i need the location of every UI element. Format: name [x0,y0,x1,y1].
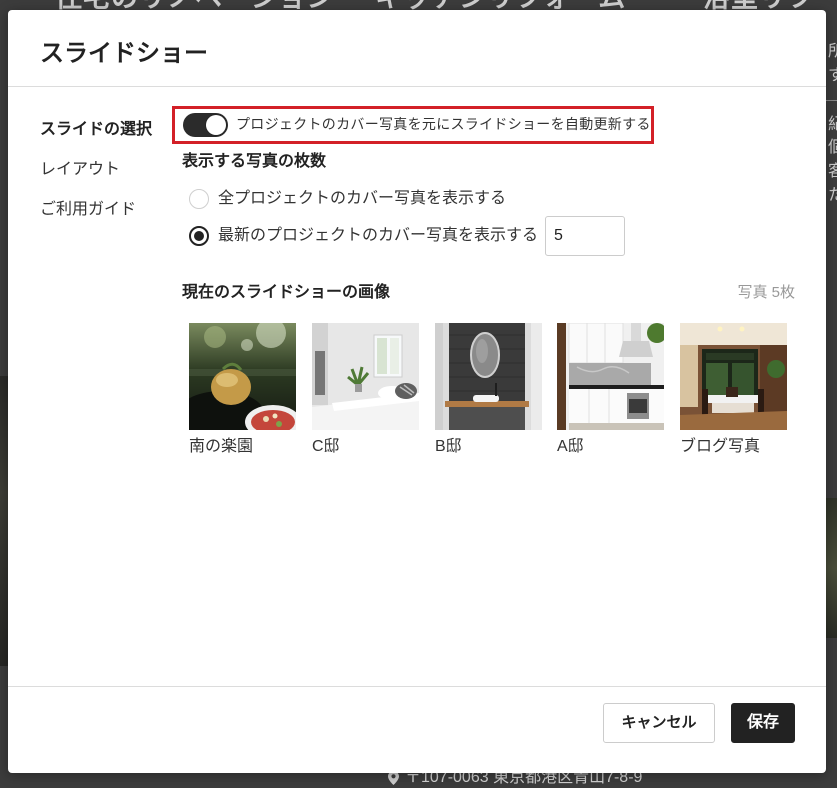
thumbnail-label: 南の楽園 [189,438,254,455]
background-photo [0,376,8,666]
thumbnail-label: C邸 [312,438,340,455]
background-text-fragment: す [828,67,837,84]
header-divider [8,86,826,87]
slideshow-thumbnail: ブログ写真 [680,323,787,459]
background-text-fragment: た [828,187,837,204]
thumbnail-image [680,323,787,430]
slideshow-thumbnail: 南の楽園 [189,323,296,459]
background-text-fragment: 所 [828,43,837,60]
photo-count-input[interactable] [545,216,625,256]
current-images-heading: 現在のスライドショーの画像 [182,284,391,301]
cancel-button[interactable]: キャンセル [603,703,715,743]
radio-dot [194,231,204,241]
sidebar-item-layout[interactable]: レイアウト [40,158,120,182]
photo-count-heading: 表示する写真の枚数 [182,153,327,170]
auto-update-toggle[interactable] [183,113,228,137]
auto-update-label: プロジェクトのカバー写真を元にスライドショーを自動更新する [236,116,651,132]
thumbnail-label: A邸 [557,438,584,455]
radio-button[interactable] [189,226,209,246]
thumbnail-image [435,323,542,430]
background-text-fragment: 客 [828,163,837,180]
radio-label: 全プロジェクトのカバー写真を表示する [218,190,507,207]
map-pin-icon [388,771,399,785]
slideshow-thumbnail: C邸 [312,323,419,459]
background-photo [826,498,837,638]
sidebar-item-slide-selection[interactable]: スライドの選択 [40,118,152,142]
modal-title: スライドショー [40,40,208,67]
background-divider [826,100,837,101]
toggle-knob [206,115,226,135]
radio-label: 最新のプロジェクトのカバー写真を表示する [218,227,539,244]
slideshow-modal: スライドショー スライドの選択 レイアウト ご利用ガイド プロジェクトのカバー写… [8,10,826,773]
slideshow-thumbnail: A邸 [557,323,664,459]
background-text-fragment: 紀 [828,116,837,133]
footer-divider [8,686,826,687]
thumbnail-image [312,323,419,430]
thumbnail-image [557,323,664,430]
slideshow-thumbnail: B邸 [435,323,542,459]
background-text-fragment: 個 [828,139,837,156]
radio-button[interactable] [189,189,209,209]
thumbnail-label: ブログ写真 [680,438,761,455]
thumbnail-image [189,323,296,430]
thumbnail-label: B邸 [435,438,462,455]
sidebar-item-guide[interactable]: ご利用ガイド [40,198,136,222]
photo-count-badge: 写真 5枚 [737,284,795,301]
save-button[interactable]: 保存 [731,703,795,743]
